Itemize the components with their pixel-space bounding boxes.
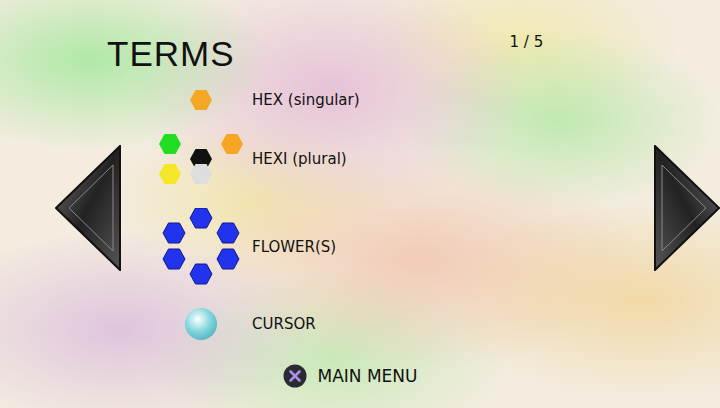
hex-icon: [190, 90, 212, 110]
previous-arrow-icon[interactable]: [55, 145, 121, 271]
cross-button-icon: [283, 364, 307, 388]
page-counter: 1 / 5: [510, 33, 544, 51]
next-arrow-icon[interactable]: [654, 145, 720, 271]
terms-screen: TERMS 1 / 5 HEX (singular) HEXI (plural) FLO…: [0, 0, 720, 408]
hexi-icon: [152, 132, 250, 186]
terms-list: HEX (singular) HEXI (plural) FLOWER(S) CURS…: [121, 90, 654, 340]
flower-icon: [152, 208, 250, 286]
term-label: FLOWER(S): [252, 237, 336, 257]
main-menu-button[interactable]: MAIN MENU: [0, 364, 720, 388]
term-row: HEXI (plural): [152, 132, 654, 186]
term-label: CURSOR: [252, 314, 316, 334]
body: HEX (singular) HEXI (plural) FLOWER(S) CURS…: [0, 90, 720, 354]
term-row: FLOWER(S): [152, 208, 654, 286]
term-label: HEX (singular): [252, 90, 360, 110]
main-menu-label: MAIN MENU: [318, 365, 418, 387]
cursor-icon: [185, 308, 217, 340]
term-label: HEXI (plural): [252, 149, 347, 169]
term-row: HEX (singular): [152, 90, 654, 110]
header: TERMS 1 / 5: [0, 0, 720, 90]
title: TERMS: [107, 36, 235, 72]
term-row: CURSOR: [152, 308, 654, 340]
